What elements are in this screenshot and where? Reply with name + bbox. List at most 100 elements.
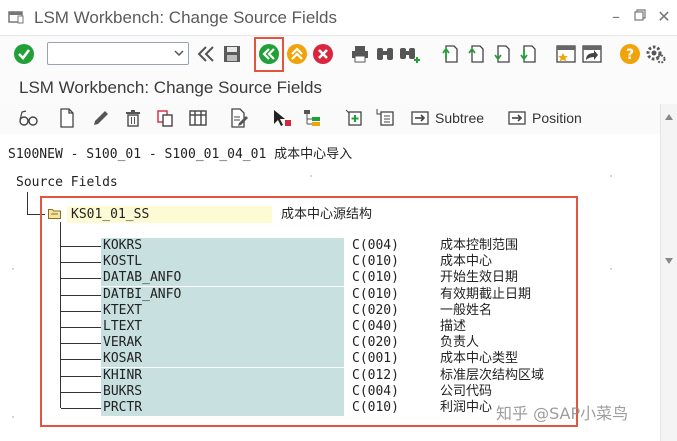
back-icon[interactable] bbox=[257, 42, 281, 66]
field-type: C(010) bbox=[352, 400, 399, 415]
find-next-icon[interactable] bbox=[398, 42, 422, 66]
field-type: C(040) bbox=[352, 319, 399, 334]
tree-line bbox=[27, 192, 28, 215]
field-description: 有效期截止日期 bbox=[440, 287, 532, 302]
save-icon[interactable] bbox=[220, 42, 244, 66]
field-name[interactable]: KHINR bbox=[101, 368, 344, 384]
tree-line bbox=[61, 295, 101, 296]
tree-line bbox=[61, 392, 101, 393]
table-columns-icon[interactable] bbox=[188, 106, 208, 130]
last-page-icon[interactable] bbox=[516, 42, 540, 66]
command-dropdown-icon[interactable] bbox=[174, 49, 184, 57]
back-double-icon[interactable] bbox=[194, 42, 218, 66]
field-description: 负责人 bbox=[440, 335, 480, 350]
field-type: C(010) bbox=[352, 270, 399, 285]
field-type: C(004) bbox=[352, 238, 399, 253]
tree-line bbox=[61, 408, 101, 409]
close-icon[interactable]: ✕ bbox=[656, 8, 672, 26]
field-name[interactable]: VERAK bbox=[101, 335, 344, 351]
window-title: LSM Workbench: Change Source Fields bbox=[34, 8, 338, 27]
source-fields-label: Source Fields bbox=[16, 175, 118, 190]
field-type: C(020) bbox=[352, 335, 399, 350]
background-dot bbox=[310, 175, 312, 177]
tree-line bbox=[61, 359, 101, 360]
new-document-icon[interactable] bbox=[58, 106, 76, 130]
tree-line bbox=[61, 246, 101, 247]
field-description: 利润中心 bbox=[440, 400, 493, 415]
field-name[interactable]: KTEXT bbox=[101, 303, 344, 319]
field-type: C(004) bbox=[352, 384, 399, 399]
scroll-down-icon[interactable] bbox=[665, 258, 673, 264]
enter-icon[interactable] bbox=[12, 42, 36, 66]
position-label: Position bbox=[532, 110, 582, 126]
print-icon[interactable] bbox=[348, 42, 372, 66]
field-name[interactable]: PRCTR bbox=[101, 400, 344, 416]
field-description: 公司代码 bbox=[440, 384, 493, 399]
field-name[interactable]: DATBI_ANFO bbox=[101, 287, 344, 303]
select-cursor-icon[interactable] bbox=[271, 106, 293, 130]
app-window-icon bbox=[8, 11, 24, 24]
field-description: 开始生效日期 bbox=[440, 270, 519, 285]
field-type: C(010) bbox=[352, 287, 399, 302]
field-description: 描述 bbox=[440, 319, 467, 334]
subtree-icon bbox=[411, 111, 429, 125]
folder-icon bbox=[48, 209, 61, 219]
new-session-icon[interactable] bbox=[554, 42, 578, 66]
subtree-label: Subtree bbox=[435, 110, 485, 126]
field-description: 成本中心 bbox=[440, 254, 493, 269]
restore-icon[interactable] bbox=[632, 8, 648, 26]
background-dot bbox=[12, 416, 14, 418]
tree-line bbox=[61, 327, 101, 328]
copy-icon[interactable] bbox=[155, 106, 175, 130]
field-type: C(020) bbox=[352, 303, 399, 318]
field-type: C(010) bbox=[352, 254, 399, 269]
display-glasses-icon[interactable] bbox=[18, 106, 38, 130]
tree-line bbox=[61, 278, 101, 279]
edit-pencil-icon[interactable] bbox=[91, 106, 111, 130]
tree-line bbox=[61, 343, 101, 344]
field-type: C(012) bbox=[352, 368, 399, 383]
previous-page-icon[interactable] bbox=[464, 42, 488, 66]
watermark: 知乎 @SAP小菜鸟 bbox=[496, 404, 629, 423]
tree-line bbox=[61, 262, 101, 263]
scroll-up-icon[interactable] bbox=[665, 114, 673, 120]
field-description: 成本中心类型 bbox=[440, 351, 519, 366]
settings-icon[interactable] bbox=[644, 42, 668, 66]
position-icon bbox=[508, 111, 526, 125]
tree-line bbox=[61, 376, 101, 377]
position-button[interactable]: Position bbox=[507, 106, 582, 130]
screen-title: LSM Workbench: Change Source Fields bbox=[19, 78, 323, 97]
insert-subnode-icon[interactable] bbox=[376, 106, 396, 130]
structure-name[interactable]: KS01_01_SS bbox=[67, 206, 272, 223]
minimize-icon[interactable]: – bbox=[608, 8, 624, 26]
command-field[interactable] bbox=[47, 42, 189, 65]
delete-trash-icon[interactable] bbox=[123, 106, 143, 130]
exit-icon[interactable] bbox=[285, 42, 309, 66]
field-name[interactable]: KOSTL bbox=[101, 254, 344, 270]
screen-title-bar: LSM Workbench: Change Source Fields bbox=[0, 72, 677, 104]
hierarchy-icon[interactable] bbox=[302, 106, 322, 130]
background-dot bbox=[610, 175, 612, 177]
edit-document-icon[interactable] bbox=[229, 106, 249, 130]
tree-line bbox=[61, 311, 101, 312]
background-dot bbox=[12, 268, 14, 270]
field-name[interactable]: LTEXT bbox=[101, 319, 344, 335]
background-dot bbox=[610, 268, 612, 270]
find-icon[interactable] bbox=[373, 42, 397, 66]
vertical-scrollbar[interactable] bbox=[660, 104, 677, 441]
field-name[interactable]: DATAB_ANFO bbox=[101, 270, 344, 286]
window-titlebar: LSM Workbench: Change Source Fields – ✕ bbox=[0, 0, 677, 36]
tree-line bbox=[60, 222, 61, 408]
svg-text:?: ? bbox=[626, 47, 634, 63]
shortcut-icon[interactable] bbox=[580, 42, 604, 66]
field-name[interactable]: KOKRS bbox=[101, 238, 344, 254]
insert-node-icon[interactable] bbox=[344, 106, 364, 130]
field-name[interactable]: BUKRS bbox=[101, 384, 344, 400]
cancel-icon[interactable] bbox=[311, 42, 335, 66]
field-type: C(001) bbox=[352, 351, 399, 366]
subtree-button[interactable]: Subtree bbox=[410, 106, 484, 130]
field-name[interactable]: KOSAR bbox=[101, 351, 344, 367]
first-page-icon[interactable] bbox=[438, 42, 462, 66]
help-icon[interactable]: ? bbox=[618, 42, 642, 66]
next-page-icon[interactable] bbox=[490, 42, 514, 66]
